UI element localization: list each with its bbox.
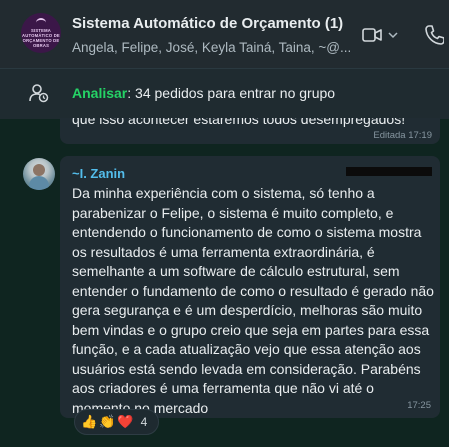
- previous-message-text: que isso acontecer estaremos todos desem…: [72, 118, 406, 127]
- pending-members-icon: [29, 84, 49, 103]
- message-text: Da minha experiência com o sistema, só t…: [72, 185, 434, 416]
- chat-header[interactable]: SISTEMA AUTOMÁTICO DE ORÇAMENTO DE OBRAS…: [0, 0, 449, 68]
- thumbs-up-reaction: 👍: [81, 414, 98, 429]
- previous-message-bubble[interactable]: que isso acontecer estaremos todos desem…: [60, 118, 440, 144]
- banner-text: Analisar: 34 pedidos para entrar no grup…: [72, 85, 335, 101]
- join-requests-banner[interactable]: Analisar: 34 pedidos para entrar no grup…: [0, 68, 449, 119]
- logo-mark: [36, 18, 46, 27]
- previous-message-time: Editada 17:19: [373, 130, 432, 141]
- video-camera-icon: [362, 28, 382, 42]
- video-call-button[interactable]: [362, 22, 410, 48]
- sender-avatar[interactable]: [23, 158, 55, 190]
- group-avatar-label: SISTEMA AUTOMÁTICO DE ORÇAMENTO DE OBRAS: [22, 28, 60, 48]
- phone-icon[interactable]: [424, 24, 444, 46]
- group-avatar[interactable]: SISTEMA AUTOMÁTICO DE ORÇAMENTO DE OBRAS: [21, 13, 61, 53]
- chevron-down-icon: [388, 32, 398, 39]
- review-requests-link[interactable]: Analisar: [72, 85, 127, 101]
- reactions-pill[interactable]: 👍 👏 ❤️ 4: [74, 409, 159, 435]
- group-members[interactable]: Angela, Felipe, José, Keyla Tainá, Taina…: [72, 40, 362, 55]
- sender-name[interactable]: ~I. Zanin: [72, 166, 125, 181]
- clapping-reaction: 👏: [99, 414, 116, 429]
- reaction-count: 4: [140, 415, 148, 429]
- banner-message: : 34 pedidos para entrar no grupo: [127, 85, 336, 101]
- group-title[interactable]: Sistema Automático de Orçamento (1): [72, 15, 343, 32]
- message-bubble[interactable]: ~I. Zanin Da minha experiência com o sis…: [60, 156, 440, 418]
- redacted-phone: [346, 167, 432, 176]
- avatar-head: [33, 164, 45, 176]
- avatar-torso: [29, 176, 49, 190]
- heart-reaction: ❤️: [117, 414, 134, 429]
- message-time: 17:25: [407, 400, 431, 411]
